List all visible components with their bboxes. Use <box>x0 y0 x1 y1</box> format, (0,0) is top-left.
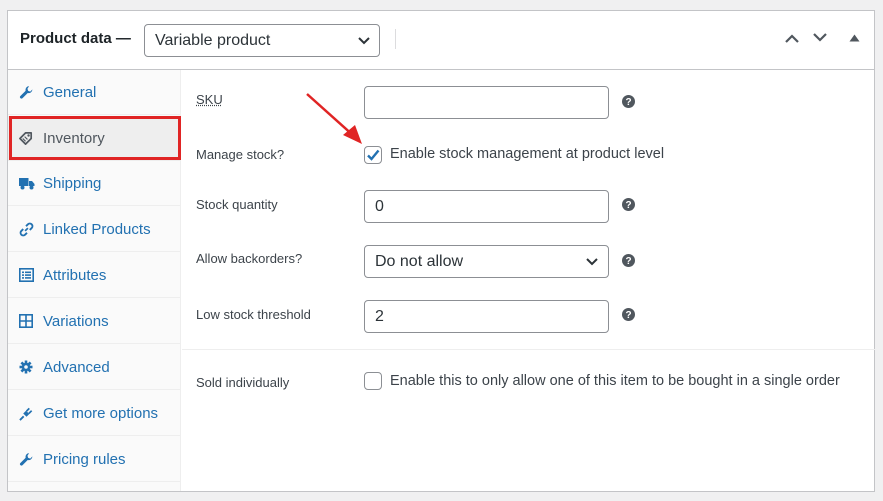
tab-shipping[interactable]: Shipping <box>8 161 180 206</box>
sku-label: SKU <box>196 92 223 107</box>
backorders-select[interactable]: Do not allow <box>364 245 609 278</box>
sold-individually-checkbox-label[interactable]: Enable this to only allow one of this it… <box>390 373 840 389</box>
help-icon[interactable]: ? <box>622 308 635 321</box>
grid-icon <box>19 314 33 328</box>
manage-stock-checkbox-label[interactable]: Enable stock management at product level <box>390 146 664 162</box>
tab-label: Inventory <box>43 130 105 147</box>
sku-input[interactable] <box>364 86 609 119</box>
link-icon <box>19 222 34 237</box>
svg-text:?: ? <box>625 97 631 108</box>
chevron-down-icon <box>358 37 370 45</box>
chevron-down-icon <box>586 258 598 266</box>
low-stock-input[interactable] <box>364 300 609 333</box>
tab-label: Get more options <box>43 405 159 422</box>
tab-general[interactable]: General <box>8 70 180 115</box>
product-type-select[interactable]: Variable product <box>144 24 380 57</box>
sold-individually-checkbox[interactable] <box>364 372 382 390</box>
tab-label: Shipping <box>43 175 102 192</box>
low-stock-label: Low stock threshold <box>196 307 311 322</box>
wrench-icon <box>19 86 33 99</box>
header-divider <box>395 29 396 49</box>
truck-icon <box>19 178 35 190</box>
product-data-panel: Product data — Variable product General … <box>7 10 875 492</box>
svg-text:?: ? <box>625 200 631 211</box>
section-divider <box>182 349 875 350</box>
sold-individually-label: Sold individually <box>196 375 290 390</box>
panel-title: Product data — <box>20 30 131 47</box>
collapse-triangle-icon[interactable] <box>849 34 860 42</box>
svg-text:?: ? <box>625 256 631 267</box>
help-icon[interactable]: ? <box>622 95 635 108</box>
tab-inventory[interactable]: Inventory <box>8 116 180 161</box>
backorders-value: Do not allow <box>375 253 464 270</box>
plugin-icon <box>19 407 33 421</box>
tab-pricing-rules[interactable]: Pricing rules <box>8 437 180 482</box>
help-icon[interactable]: ? <box>622 254 635 267</box>
tab-advanced[interactable]: Advanced <box>8 345 180 390</box>
tab-label: Attributes <box>43 267 107 284</box>
tab-label: Advanced <box>43 359 110 376</box>
svg-text:?: ? <box>625 310 631 321</box>
tab-get-more-options[interactable]: Get more options <box>8 391 180 436</box>
panel-header: Product data — Variable product <box>8 11 874 70</box>
product-data-tabs: General Inventory Shipping Linked Produc… <box>8 70 181 491</box>
backorders-label: Allow backorders? <box>196 251 303 266</box>
stock-quantity-input[interactable] <box>364 190 609 223</box>
tab-label: Pricing rules <box>43 451 126 468</box>
gear-icon <box>19 360 33 374</box>
tab-label: General <box>43 84 97 101</box>
tab-label: Linked Products <box>43 221 151 238</box>
move-down-icon[interactable] <box>812 33 828 43</box>
annotation-arrow-icon <box>306 93 362 144</box>
tab-linked-products[interactable]: Linked Products <box>8 207 180 252</box>
product-type-value: Variable product <box>155 32 271 49</box>
stock-quantity-label: Stock quantity <box>196 197 278 212</box>
tab-label: Variations <box>43 313 109 330</box>
move-up-icon[interactable] <box>784 33 800 43</box>
wrench-icon <box>19 453 33 466</box>
tab-attributes[interactable]: Attributes <box>8 253 180 298</box>
tag-icon <box>19 132 33 145</box>
help-icon[interactable]: ? <box>622 198 635 211</box>
tab-variations[interactable]: Variations <box>8 299 180 344</box>
manage-stock-label: Manage stock? <box>196 147 285 162</box>
list-icon <box>19 268 34 282</box>
